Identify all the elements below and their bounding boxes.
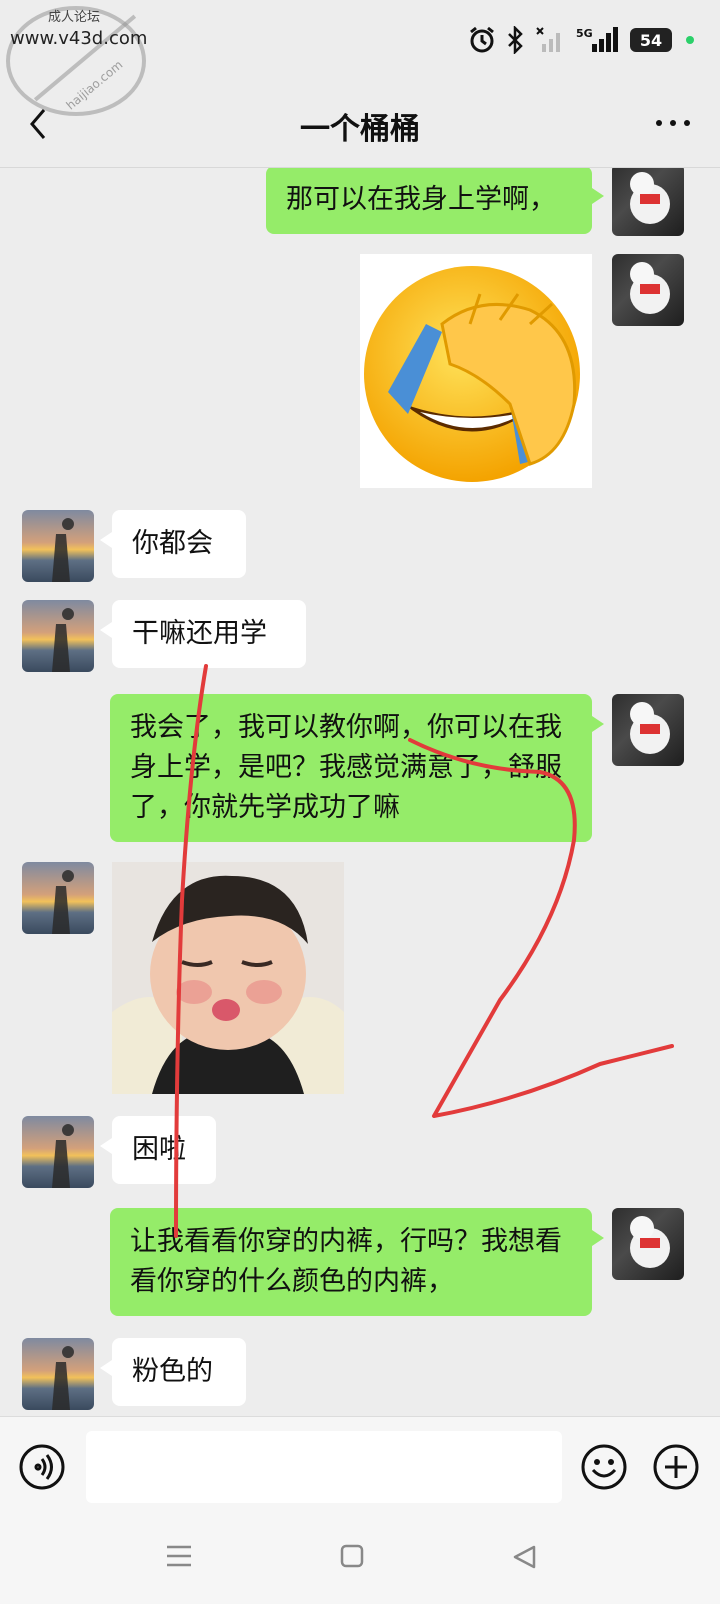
message-bubble-incoming[interactable]: 你都会 bbox=[100, 510, 246, 578]
signal-5g-icon: 5G bbox=[576, 26, 620, 54]
contact-avatar[interactable] bbox=[22, 600, 94, 672]
chat-messages[interactable]: 那可以在我身上学啊， 你都会 干嘛还用学 我会了，我可以教你啊，你可以在我身上学… bbox=[0, 168, 720, 1416]
page-title: 一个桶桶 bbox=[300, 112, 420, 147]
message-bubble-outgoing[interactable]: 我会了，我可以教你啊，你可以在我身上学，是吧？我感觉满意了，舒服了，你就先学成功… bbox=[110, 694, 604, 842]
status-icons: 5G 54 bbox=[468, 26, 694, 54]
message-bubble-outgoing[interactable]: 让我看看你穿的内裤，行吗？我想看看你穿的什么颜色的内裤， bbox=[110, 1208, 604, 1316]
contact-avatar[interactable] bbox=[22, 1338, 94, 1410]
message-input[interactable] bbox=[86, 1431, 562, 1503]
contact-avatar[interactable] bbox=[22, 510, 94, 582]
message-bubble-incoming[interactable]: 干嘛还用学 bbox=[100, 600, 306, 668]
emoji-icon[interactable] bbox=[580, 1443, 628, 1495]
my-avatar[interactable] bbox=[612, 254, 684, 326]
battery-icon: 54 bbox=[630, 28, 672, 52]
sleepy-child-photo[interactable] bbox=[112, 862, 344, 1094]
alarm-icon bbox=[468, 26, 496, 54]
svg-text:5G: 5G bbox=[576, 27, 593, 40]
plus-icon[interactable] bbox=[652, 1443, 700, 1495]
contact-avatar[interactable] bbox=[22, 862, 94, 934]
watermark-site-text: www.v43d.com bbox=[10, 28, 148, 49]
my-avatar[interactable] bbox=[612, 168, 684, 236]
message-bubble-incoming[interactable]: 困啦 bbox=[100, 1116, 216, 1184]
input-bar bbox=[0, 1416, 720, 1516]
facepalm-emoji-sticker[interactable] bbox=[360, 254, 592, 488]
contact-avatar[interactable] bbox=[22, 1116, 94, 1188]
home-square-icon[interactable] bbox=[340, 1544, 364, 1572]
system-nav-bar bbox=[0, 1516, 720, 1604]
my-avatar[interactable] bbox=[612, 694, 684, 766]
voice-icon[interactable] bbox=[18, 1443, 66, 1495]
bluetooth-icon bbox=[506, 26, 526, 54]
signal-off-icon bbox=[536, 26, 566, 54]
back-triangle-icon[interactable] bbox=[512, 1544, 538, 1574]
status-bar: 成人论坛 www.v43d.com haijiao.com 5G 54 bbox=[0, 0, 720, 116]
my-avatar[interactable] bbox=[612, 1208, 684, 1280]
privacy-dot-icon bbox=[686, 36, 694, 44]
more-dots-icon[interactable] bbox=[656, 120, 690, 126]
chat-header: 一个桶桶 bbox=[0, 80, 720, 168]
message-bubble-outgoing[interactable]: 那可以在我身上学啊， bbox=[266, 168, 604, 234]
message-bubble-incoming[interactable]: 粉色的 bbox=[100, 1338, 246, 1406]
watermark-top-text: 成人论坛 bbox=[48, 10, 101, 25]
menu-icon[interactable] bbox=[166, 1544, 192, 1572]
